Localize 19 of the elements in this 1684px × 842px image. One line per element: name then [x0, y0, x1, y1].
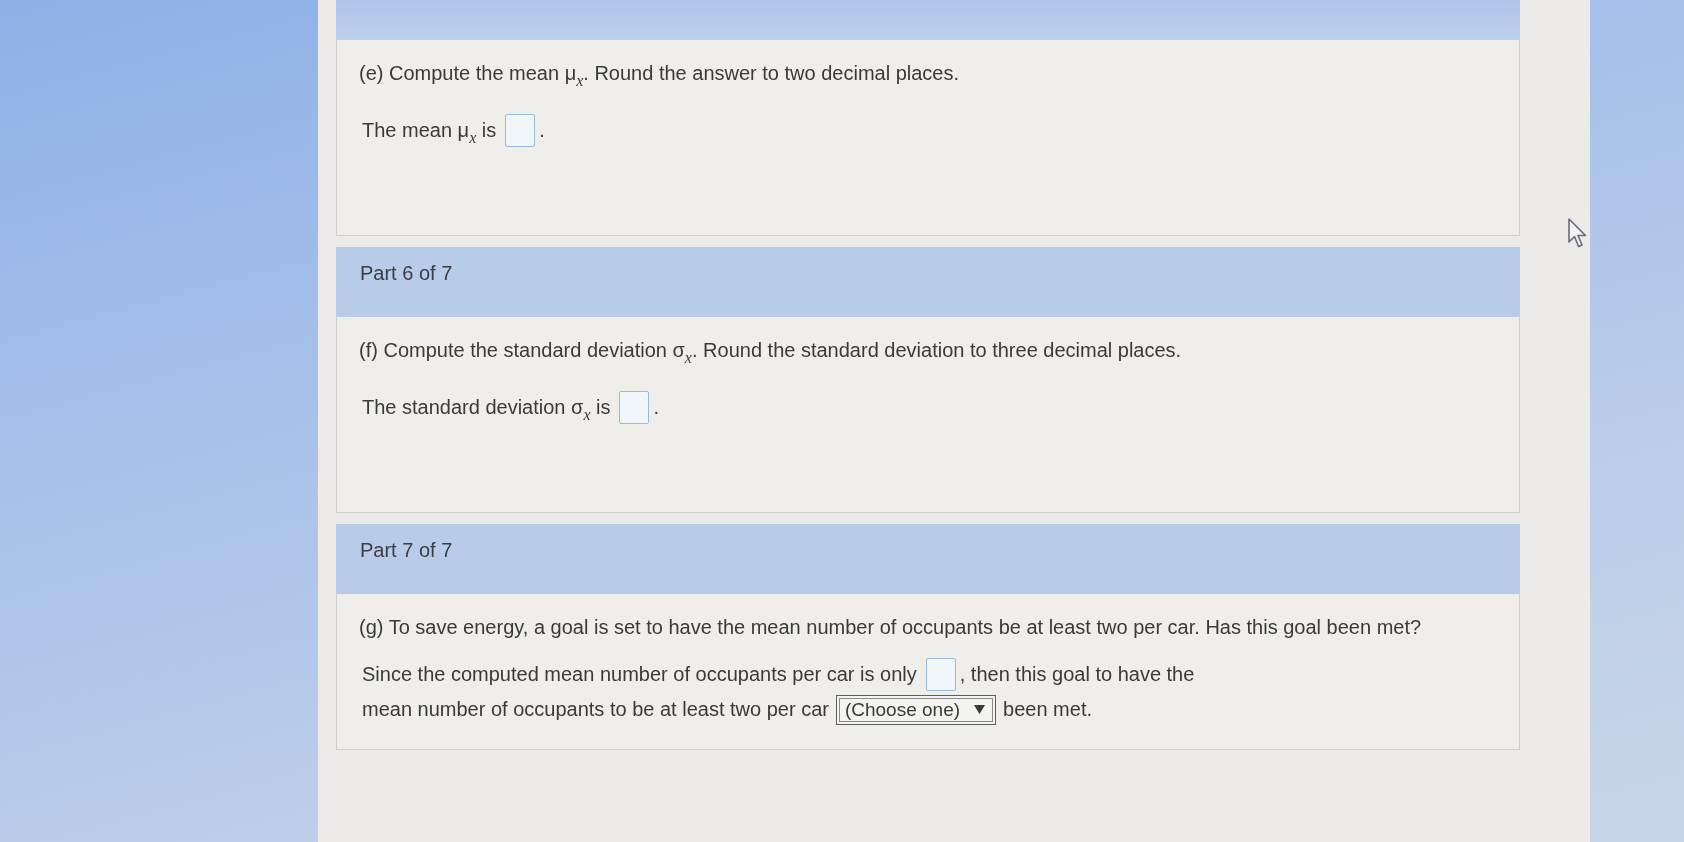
question-text: (g) To save energy, a goal is set to have the mean number of occupants be at least two per car. Has this goal been met? [359, 616, 1422, 639]
answer-text: Since the computed mean number of occupants per car is only [362, 663, 917, 686]
caret-icon [974, 705, 986, 714]
question-text: (e) Compute the mean μ$_{x}$. Round the answer to two decimal places. [359, 62, 960, 85]
answer-text: mean number of occupants to be at least two per car [362, 698, 829, 721]
part-header: Part 6 of 7 [336, 247, 1520, 317]
question-text: (f) Compute the standard deviation σ$_{x}$. Round the standard deviation to three decimal places. [359, 339, 1182, 362]
answer-box[interactable] [505, 114, 536, 147]
part-header: Part 7 of 7 [336, 524, 1520, 594]
answer-text: The mean μ$_{x}$ is [362, 119, 497, 142]
answer-text: . [539, 119, 545, 142]
answer-text: , then this goal to have the [959, 663, 1195, 686]
answer-text: . [653, 396, 660, 419]
answer-text: been met. [1003, 698, 1092, 721]
answer-box[interactable] [619, 391, 650, 424]
answer-text: The standard deviation σ$_{x}$ is [362, 396, 611, 419]
cursor-icon [1568, 218, 1587, 248]
answer-dropdown[interactable]: (Choose one) [835, 694, 997, 725]
answer-box[interactable] [925, 658, 956, 691]
